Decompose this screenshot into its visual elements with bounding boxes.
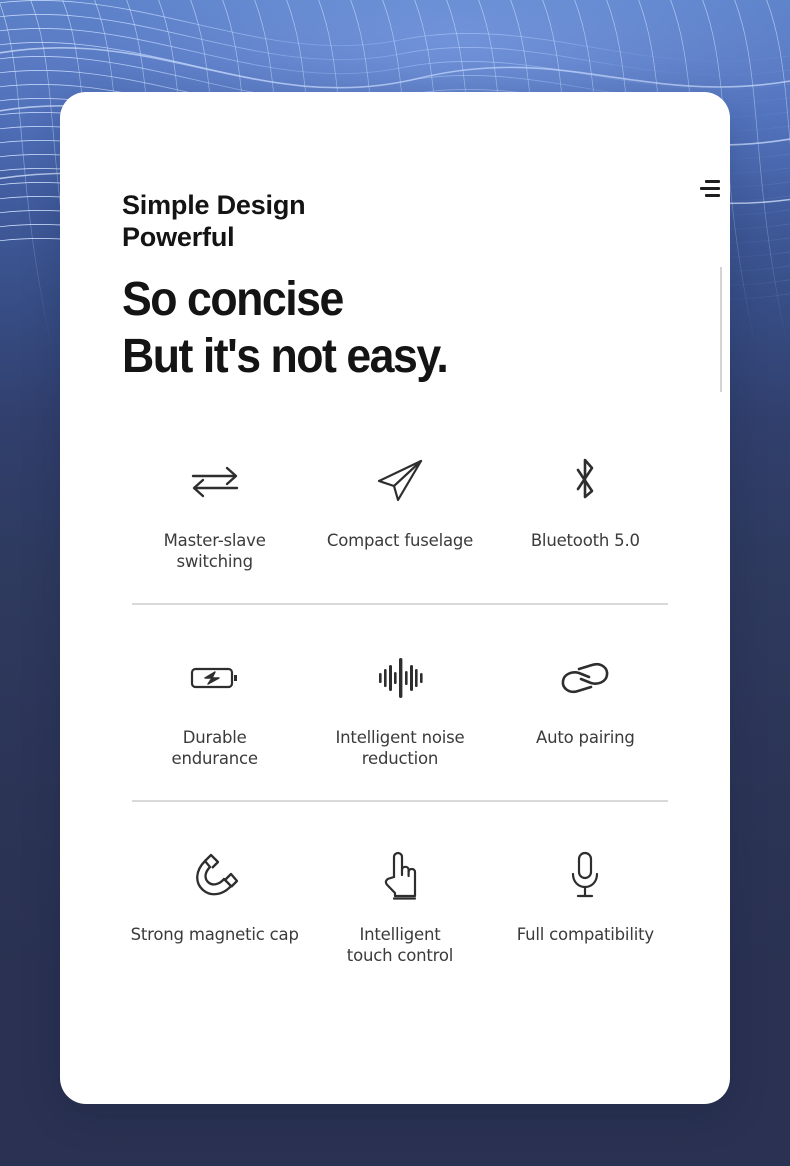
feature-row: Master-slave switching Compact fuselage <box>122 450 678 573</box>
feature-label: Master-slave switching <box>163 531 266 572</box>
row-spacer <box>122 802 678 844</box>
feature-label: Durable endurance <box>171 727 259 769</box>
vertical-accent-line <box>720 267 722 392</box>
feature-label: Compact fuselage <box>326 531 474 550</box>
feature-item-noise-reduction[interactable]: Intelligent noise reduction <box>307 647 492 770</box>
hamburger-menu-icon[interactable] <box>698 180 720 198</box>
feature-label: Auto pairing <box>536 727 635 747</box>
feature-item-compact-fuselage[interactable]: Compact fuselage <box>307 450 492 551</box>
pointing-hand-icon <box>378 844 422 906</box>
feature-label: Strong magnetic cap <box>130 924 299 944</box>
sound-wave-icon <box>374 647 426 709</box>
feature-item-durable-endurance[interactable]: Durable endurance <box>122 647 307 770</box>
page-title: So concise But it's not easy. <box>122 273 449 383</box>
promo-page: Simple Design Powerful So concise But it… <box>0 0 790 1166</box>
feature-item-touch-control[interactable]: Intelligent touch control <box>307 844 492 967</box>
menu-line-3 <box>705 193 720 197</box>
battery-charging-icon <box>187 647 243 709</box>
feature-grid: Master-slave switching Compact fuselage <box>122 450 678 967</box>
feature-item-auto-pairing[interactable]: Auto pairing <box>493 647 678 748</box>
card-header: Simple Design Powerful <box>122 190 678 254</box>
row-spacer <box>122 605 678 647</box>
bluetooth-icon <box>567 450 603 512</box>
feature-item-bluetooth[interactable]: Bluetooth 5.0 <box>493 450 678 551</box>
feature-label: Intelligent touch control <box>346 924 454 966</box>
feature-row: Durable endurance Intelligent noise redu… <box>122 647 678 770</box>
feature-item-full-compatibility[interactable]: Full compatibility <box>493 844 678 945</box>
microphone-icon <box>565 844 605 906</box>
feature-row: Strong magnetic cap Intelligent touch co… <box>122 844 678 967</box>
feature-label: Intelligent noise reduction <box>335 727 465 769</box>
feature-item-strong-magnetic-cap[interactable]: Strong magnetic cap <box>122 844 307 945</box>
feature-label: Bluetooth 5.0 <box>530 531 640 550</box>
swap-arrows-icon <box>187 450 243 512</box>
menu-line-1 <box>705 180 720 184</box>
eyebrow-title: Simple Design Powerful <box>122 190 306 252</box>
feature-card: Simple Design Powerful So concise But it… <box>60 92 730 1104</box>
menu-line-2 <box>700 186 720 190</box>
feature-item-master-slave-switching[interactable]: Master-slave switching <box>122 450 307 573</box>
magnet-icon <box>189 844 241 906</box>
chain-link-icon <box>557 647 613 709</box>
paper-plane-icon <box>372 450 428 512</box>
feature-label: Full compatibility <box>516 924 654 944</box>
